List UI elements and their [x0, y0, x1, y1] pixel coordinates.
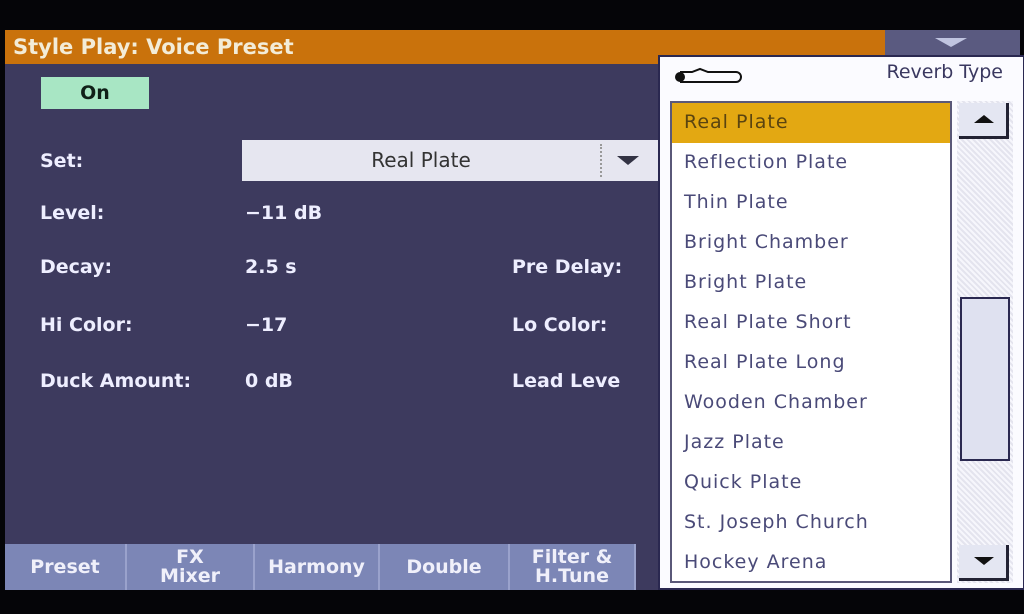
level-value[interactable]: −11 dB [245, 202, 322, 224]
tab-bar: Preset FX Mixer Harmony Double Filter & … [5, 544, 655, 590]
tab-harmony[interactable]: Harmony [255, 544, 380, 590]
list-item[interactable]: Hockey Arena [672, 543, 950, 583]
chevron-down-icon [935, 38, 967, 47]
tab-double[interactable]: Double [380, 544, 510, 590]
tab-preset[interactable]: Preset [5, 544, 127, 590]
set-value: Real Plate [371, 148, 471, 172]
list-item[interactable]: Quick Plate [672, 463, 950, 503]
decay-label: Decay: [40, 256, 113, 278]
list-item[interactable]: St. Joseph Church [672, 503, 950, 543]
arrow-up-icon [974, 115, 994, 123]
list-item[interactable]: Bright Plate [672, 263, 950, 303]
scroll-up-button[interactable] [959, 103, 1009, 139]
pin-icon[interactable] [672, 67, 742, 83]
pre-delay-label: Pre Delay: [512, 256, 623, 278]
list-item[interactable]: Real Plate Long [672, 343, 950, 383]
set-label: Set: [40, 150, 84, 172]
tab-filter-htune[interactable]: Filter & H.Tune [510, 544, 636, 590]
popup-title: Reverb Type [886, 61, 1003, 83]
page-menu-button[interactable] [885, 30, 1020, 56]
screen: Style Play: Voice Preset On Set: Real Pl… [5, 30, 1024, 590]
list-item[interactable]: Thin Plate [672, 183, 950, 223]
scrollbar[interactable] [957, 101, 1013, 583]
lo-color-label: Lo Color: [512, 314, 608, 336]
list-item[interactable]: Reflection Plate [672, 143, 950, 183]
hi-color-label: Hi Color: [40, 314, 133, 336]
level-label: Level: [40, 202, 105, 224]
list-item[interactable]: Real Plate [672, 103, 950, 143]
decay-value[interactable]: 2.5 s [245, 256, 297, 278]
list-item[interactable]: Bright Chamber [672, 223, 950, 263]
reverb-type-list: Real Plate Reflection Plate Thin Plate Brig… [670, 101, 952, 583]
set-select[interactable]: Real Plate [242, 140, 662, 181]
list-item[interactable]: Real Plate Short [672, 303, 950, 343]
dropdown-arrow-icon [617, 156, 639, 165]
list-item[interactable]: Jazz Plate [672, 423, 950, 463]
arrow-down-icon [974, 557, 994, 565]
lead-level-label: Lead Leve [512, 370, 621, 392]
scroll-down-button[interactable] [959, 545, 1009, 581]
hi-color-value[interactable]: −17 [245, 314, 287, 336]
tab-fx-mixer[interactable]: FX Mixer [127, 544, 255, 590]
duck-amount-value[interactable]: 0 dB [245, 370, 293, 392]
list-item[interactable]: Wooden Chamber [672, 383, 950, 423]
scrollbar-thumb[interactable] [960, 297, 1010, 461]
divider [600, 144, 602, 177]
reverb-type-popup: Reverb Type Real Plate Reflection Plate Th… [658, 55, 1024, 590]
duck-amount-label: Duck Amount: [40, 370, 192, 392]
on-toggle[interactable]: On [41, 77, 149, 109]
